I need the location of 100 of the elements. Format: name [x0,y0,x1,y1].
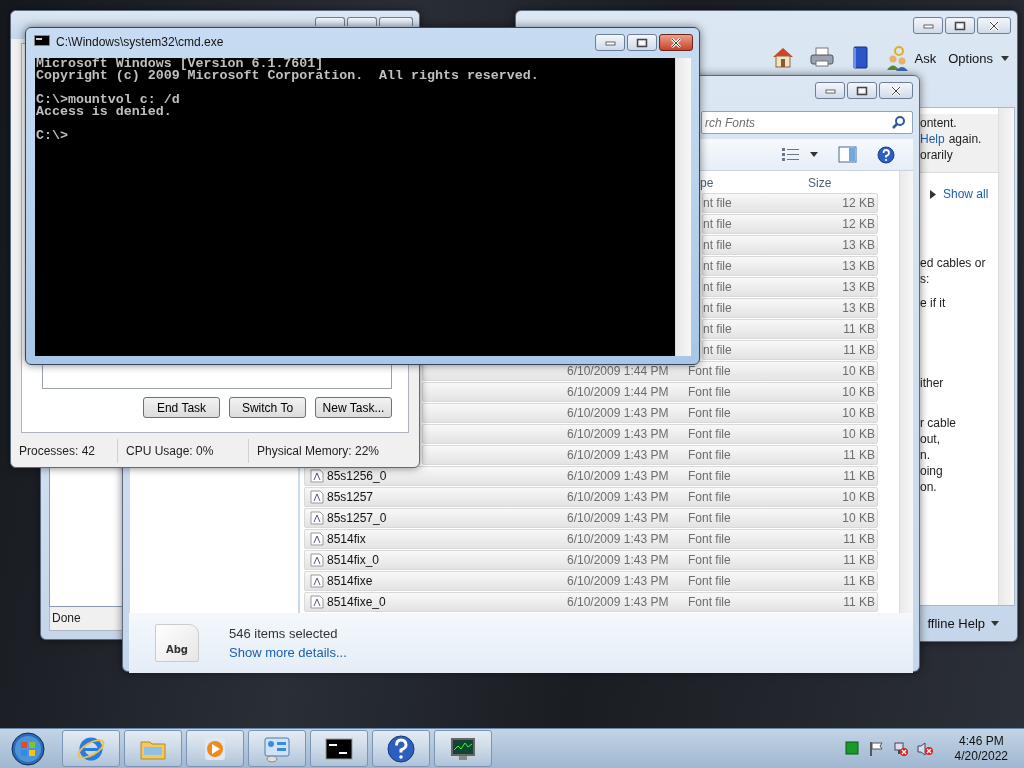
file-row[interactable]: nt file 13 KB [702,277,878,297]
maximize-icon [636,37,648,48]
clock-time[interactable]: 4:46 PM [958,733,1004,749]
file-size: 13 KB [842,238,875,252]
file-name: 8514fix_0 [327,553,380,567]
clock-date[interactable]: 4/20/2022 [954,748,1008,764]
file-row[interactable]: 6/10/2009 1:43 PM Font file 10 KB [422,424,878,444]
close-button[interactable] [977,17,1011,34]
network-error-icon[interactable] [892,740,909,757]
taskbar-button[interactable] [434,730,492,767]
file-type: nt file [703,196,732,210]
views-button[interactable] [782,147,818,162]
details-link[interactable]: Show more details... [229,645,347,660]
ask-button[interactable]: Ask [884,45,937,71]
taskbar-button[interactable] [310,730,368,767]
flag-icon[interactable] [868,740,885,757]
minimize-button[interactable] [315,17,345,26]
list-view-icon [782,147,800,162]
start-button[interactable] [8,729,48,768]
minimize-button[interactable] [913,17,943,34]
file-row[interactable]: 6/10/2009 1:44 PM Font file 10 KB [422,382,878,402]
file-row[interactable]: nt file 11 KB [702,340,878,360]
file-row[interactable]: 85s1257_0 6/10/2009 1:43 PM Font file 10 KB [304,508,878,528]
task-button[interactable]: New Task... [315,397,392,418]
minimize-button[interactable] [595,34,625,51]
date-modified: 6/10/2009 1:43 PM [567,448,669,462]
notice-text: ontent. [920,115,957,131]
help-text: ed cables or [920,255,987,271]
minimize-button[interactable] [815,82,845,99]
column-header[interactable]: Size [808,176,832,190]
file-row[interactable]: nt file 12 KB [702,193,878,213]
file-size: 11 KB [843,322,875,336]
file-name: 85s1257_0 [327,511,387,525]
file-type: nt file [703,280,732,294]
file-row[interactable]: 8514fixe_0 6/10/2009 1:43 PM Font file 11 KB [304,592,878,612]
font-file-icon [310,574,324,588]
close-icon [670,37,682,48]
preview-pane-button[interactable] [838,146,857,163]
file-row[interactable]: 6/10/2009 1:43 PM Font file 10 KB [422,403,878,423]
taskbar-button[interactable] [372,730,430,767]
notice-text: orarily [920,147,953,163]
help-button[interactable] [877,145,895,164]
file-size: 12 KB [842,196,875,210]
help-text: on. [920,479,938,495]
file-row[interactable]: nt file 12 KB [702,214,878,234]
maximize-button[interactable] [347,17,377,26]
close-button[interactable] [879,82,913,99]
console-text: C:\> [36,130,69,142]
file-row[interactable]: 85s1257 6/10/2009 1:43 PM Font file 10 KB [304,487,878,507]
file-row[interactable]: nt file 13 KB [702,298,878,318]
status-square-icon[interactable] [844,740,861,757]
caret-icon [810,152,818,157]
scrollbar[interactable] [899,171,913,613]
file-row[interactable]: nt file 13 KB [702,256,878,276]
search-icon [892,115,906,129]
task-button[interactable]: End Task [143,397,220,418]
task-button[interactable]: Switch To [229,397,306,418]
scrollbar[interactable] [998,108,1014,605]
help-link[interactable]: Help [920,131,945,147]
offline-help-button[interactable]: ffline Help [927,616,999,631]
file-type: nt file [703,343,732,357]
date-modified: 6/10/2009 1:43 PM [567,553,669,567]
console-text: Access is denied. [36,106,173,118]
maximize-button[interactable] [945,17,975,34]
search-field[interactable]: rch Fonts [701,111,913,134]
file-name: 8514fixe [327,574,373,588]
file-type: Font file [688,490,731,504]
file-row[interactable]: 85s1256_0 6/10/2009 1:43 PM Font file 11 KB [304,466,878,486]
file-row[interactable]: 8514fixe 6/10/2009 1:43 PM Font file 11 KB [304,571,878,591]
file-type: nt file [703,322,732,336]
help-text: out, [920,431,941,447]
file-size: 10 KB [842,406,875,420]
speaker-muted-icon[interactable] [916,740,933,757]
help-icon [386,733,416,764]
font-preview-thumbnail: Abg [155,624,199,662]
date-modified: 6/10/2009 1:43 PM [567,574,669,588]
close-button[interactable] [659,34,693,51]
file-row[interactable]: 6/10/2009 1:43 PM Font file 11 KB [422,445,878,465]
file-size: 11 KB [843,448,875,462]
four-color-flag-icon [11,731,45,766]
show-all-link[interactable]: Show all [920,186,998,202]
file-row[interactable]: 8514fix_0 6/10/2009 1:43 PM Font file 11 KB [304,550,878,570]
file-type: Font file [688,385,731,399]
file-row[interactable]: 8514fix 6/10/2009 1:43 PM Font file 11 KB [304,529,878,549]
options-button[interactable]: Options [948,50,1009,66]
file-row[interactable]: nt file 11 KB [702,319,878,339]
console-text: Microsoft Windows [Version 6.1.7601] [36,58,324,70]
file-size: 11 KB [843,595,875,609]
file-row[interactable]: nt file 13 KB [702,235,878,255]
minimize-icon [824,86,836,95]
column-header[interactable]: pe [700,176,808,190]
date-modified: 6/10/2009 1:43 PM [567,595,669,609]
file-name: 85s1256_0 [327,469,387,483]
status-text: CPU Usage: 0% [118,439,249,463]
scrollbar[interactable] [675,58,691,356]
file-type: nt file [703,259,732,273]
maximize-button[interactable] [627,34,657,51]
maximize-button[interactable] [847,82,877,99]
file-size: 11 KB [843,469,875,483]
file-type: nt file [703,238,732,252]
